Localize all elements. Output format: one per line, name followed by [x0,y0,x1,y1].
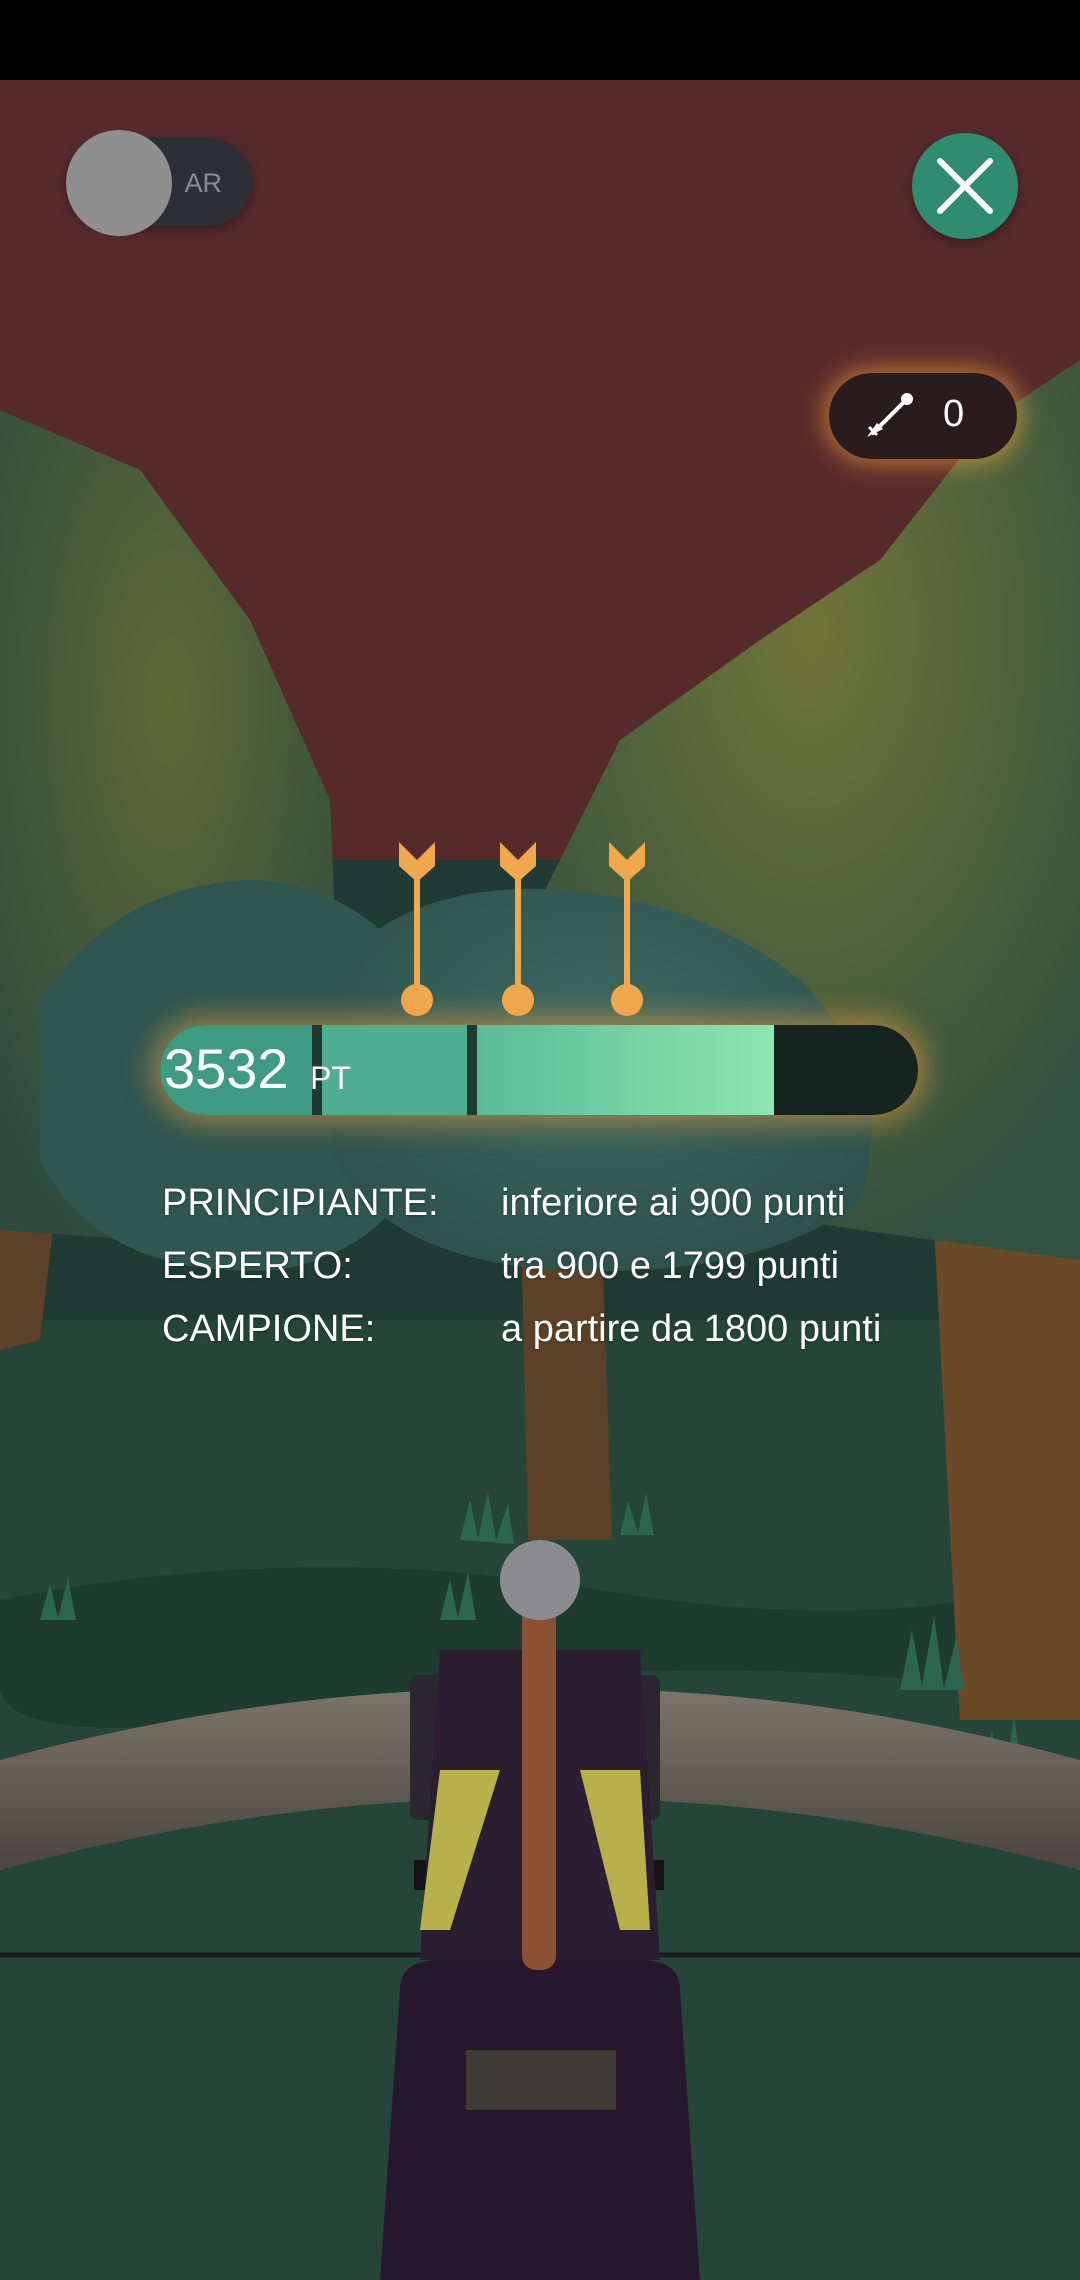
arrow-icon [500,842,536,1016]
close-button[interactable] [912,133,1018,239]
level-row-champion: CAMPIONE: a partire da 1800 punti [162,1304,962,1367]
level-row-expert: ESPERTO: tra 900 e 1799 punti [162,1241,962,1304]
arrow-icon [399,842,435,1016]
score-progress-bar: 3532 PT [160,1025,918,1115]
level-divider [467,1025,477,1115]
score-unit: PT [310,1060,351,1096]
status-bar [0,0,1080,80]
game-scene-background [0,80,1080,2280]
score-value: 3532 [164,1037,289,1100]
toggle-knob[interactable] [66,130,172,236]
arrow-icon [867,393,913,437]
arrow-icon [609,842,645,1016]
arrows-remaining [399,842,645,1016]
level-name: CAMPIONE: [162,1308,376,1350]
arrow-count: 0 [943,393,965,435]
level-name: ESPERTO: [162,1245,353,1287]
levels-legend: PRINCIPIANTE: inferiore ai 900 punti ESP… [162,1178,962,1367]
close-icon [937,158,993,214]
ar-toggle[interactable]: AR [66,130,252,236]
level-description: a partire da 1800 punti [501,1308,882,1350]
level-row-beginner: PRINCIPIANTE: inferiore ai 900 punti [162,1178,962,1241]
ar-toggle-label: AR [184,168,222,198]
score-segment-champion [477,1025,774,1115]
arrow-counter-badge: 0 [829,373,1017,459]
level-description: inferiore ai 900 punti [501,1182,846,1224]
level-description: tra 900 e 1799 punti [501,1245,840,1287]
level-name: PRINCIPIANTE: [162,1182,439,1224]
